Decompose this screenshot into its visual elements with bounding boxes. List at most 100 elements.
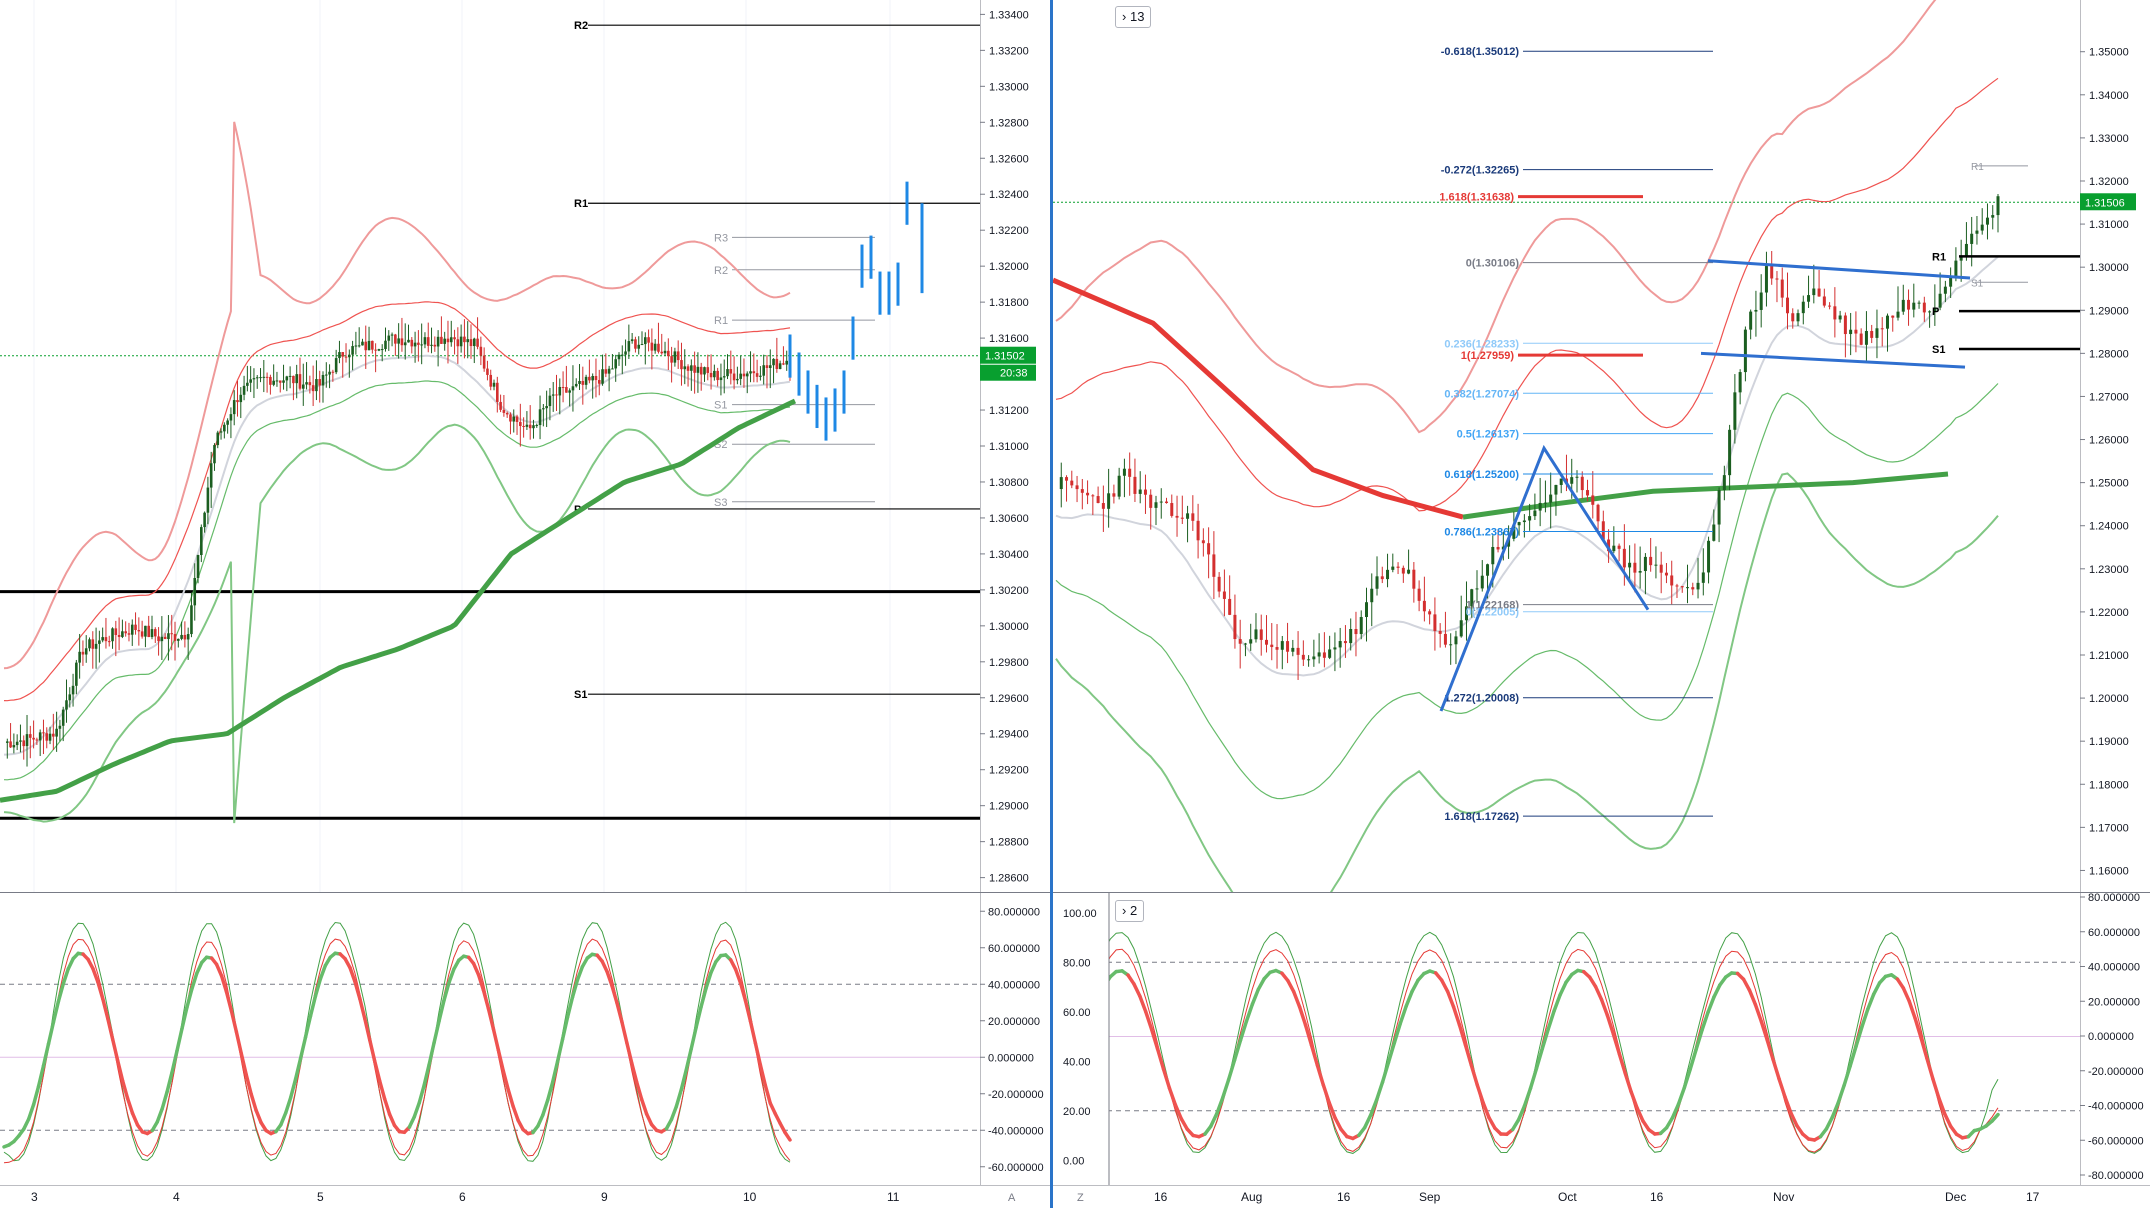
candle-body	[453, 337, 456, 340]
candle-body	[226, 420, 229, 425]
y-tick-label: 1.28800	[989, 837, 1029, 849]
right-oscillator-chart[interactable]: 100.00 80.00 60.00 40.00 20.00 0.00	[1053, 893, 2080, 1185]
candle-body	[272, 380, 275, 385]
left-oscillator-axis[interactable]: 80.000000 60.000000 40.000000 20.000000 0.00…	[980, 893, 1050, 1185]
candle-body	[91, 639, 95, 649]
right-price-axis[interactable]: 1.35000 1.34000 1.33000 1.32000 1.31000 1.300…	[2080, 0, 2150, 892]
candle-body	[456, 339, 460, 347]
candle-body	[459, 336, 463, 347]
candle-body	[1280, 641, 1284, 650]
y-tick-label: 60.000000	[988, 943, 1040, 955]
candle-body	[84, 648, 88, 655]
candle-body	[1528, 516, 1532, 521]
candle-body	[1722, 475, 1726, 491]
collapsed-indicators-badge[interactable]: › 13	[1115, 6, 1152, 28]
candle-body	[318, 379, 322, 386]
candle-body	[1617, 545, 1621, 549]
candle-body	[1401, 567, 1405, 574]
candle-body	[703, 367, 706, 375]
x-tick-label: 9	[601, 1190, 608, 1204]
candle-body	[1317, 652, 1321, 657]
candle-body	[466, 339, 470, 343]
left-y-tick-label: 80.00	[1063, 957, 1091, 969]
left-price-chart[interactable]: R2R1PS1R3R2R1S1S2S3	[0, 0, 980, 892]
left-price-axis[interactable]: 1.33400 1.33200 1.33000 1.32800 1.32600 1.324…	[980, 0, 1050, 892]
candle-body	[1333, 647, 1337, 650]
candle-body	[1901, 299, 1905, 312]
y-tick-label: 1.19000	[2089, 736, 2129, 748]
candle-body	[98, 640, 101, 644]
candle-body	[1428, 611, 1432, 615]
candle-body	[597, 380, 601, 384]
candle-body	[1207, 543, 1211, 555]
y-tick-label: 1.34000	[2089, 90, 2129, 102]
candle-body	[160, 636, 164, 642]
candle-body	[249, 379, 252, 383]
candle-body	[515, 416, 519, 422]
momentum-segment	[704, 971, 713, 991]
right-time-axis[interactable]: 16 Aug 16 Sep Oct 16 Nov Dec 17 Z	[1053, 1185, 2150, 1208]
candle-body	[1475, 588, 1479, 590]
y-tick-label: -60.000000	[2088, 1135, 2144, 1147]
momentum-segment	[26, 1102, 36, 1121]
momentum-segment	[674, 1088, 683, 1109]
candle-body	[1180, 517, 1184, 519]
candle-body	[680, 360, 683, 370]
x-tick-label: 4	[173, 1190, 180, 1204]
y-tick-label: 1.20000	[2089, 693, 2129, 705]
momentum-segment	[541, 1098, 550, 1117]
momentum-segment	[219, 973, 229, 994]
momentum-segment	[1333, 1116, 1343, 1132]
bollinger-upper-inner	[1055, 77, 1999, 512]
candle-body	[1238, 639, 1242, 644]
candle-body	[624, 351, 627, 355]
candle-body	[1912, 302, 1916, 310]
left-time-axis[interactable]: 3 4 5 6 9 10 11 A	[0, 1185, 1050, 1208]
candle-body	[1438, 630, 1442, 634]
y-tick-label: 40.000000	[988, 979, 1040, 991]
right-price-chart[interactable]: -0.618(1.35012) -0.272(1.32265) 1.618(1.31…	[1053, 0, 2080, 892]
momentum-segment	[41, 1042, 51, 1068]
candle-body	[78, 651, 81, 663]
right-oscillator-axis[interactable]: 80.000000 60.000000 40.000000 20.000000 0.00…	[2080, 893, 2150, 1185]
candle-body	[1907, 299, 1911, 310]
candle-body	[601, 369, 604, 384]
y-tick-label: 1.32800	[989, 117, 1029, 129]
channel-top-line	[1707, 259, 1971, 280]
candle-body	[170, 633, 174, 635]
left-chart-panel: R2 R1 P S1 R3 R2 R1 S1 S2 S3 1.33400 1.33200 1.3300…	[0, 0, 1050, 1208]
momentum-segment	[303, 1014, 313, 1039]
candle-body	[578, 380, 581, 384]
candle-body	[334, 358, 338, 373]
candle-body	[643, 337, 647, 345]
x-tick-label: 3	[31, 1190, 38, 1204]
candle-body	[163, 636, 167, 640]
candle-body	[1985, 217, 1989, 225]
left-scale-bg	[1053, 893, 1109, 1185]
candle-body	[1128, 468, 1132, 477]
candle-body	[121, 631, 124, 637]
momentum-segment	[694, 1005, 703, 1030]
candle-body	[209, 463, 213, 488]
candle-body	[25, 734, 29, 747]
candle-body	[1422, 600, 1426, 612]
left-oscillator-chart[interactable]	[0, 893, 980, 1185]
candle-body	[298, 374, 302, 389]
y-tick-label: 1.31800	[989, 297, 1029, 309]
momentum-segment	[1546, 1009, 1556, 1031]
candle-body	[311, 385, 315, 392]
momentum-segment	[101, 997, 110, 1021]
y-tick-label: 1.24000	[2089, 521, 2129, 533]
candle-body	[1559, 478, 1563, 485]
y-tick-label: -80.000000	[2088, 1170, 2144, 1182]
candle-body	[436, 336, 440, 347]
candle-body	[137, 629, 141, 632]
momentum-segment	[625, 1041, 634, 1066]
candle-body	[574, 383, 578, 387]
candle-body	[1101, 503, 1105, 509]
collapsed-oscillator-badge[interactable]: › 2	[1115, 900, 1145, 922]
momentum-segment	[46, 1020, 56, 1046]
candle-body	[1670, 575, 1674, 586]
candle-body	[739, 373, 742, 379]
momentum-segment	[1931, 1077, 1941, 1100]
